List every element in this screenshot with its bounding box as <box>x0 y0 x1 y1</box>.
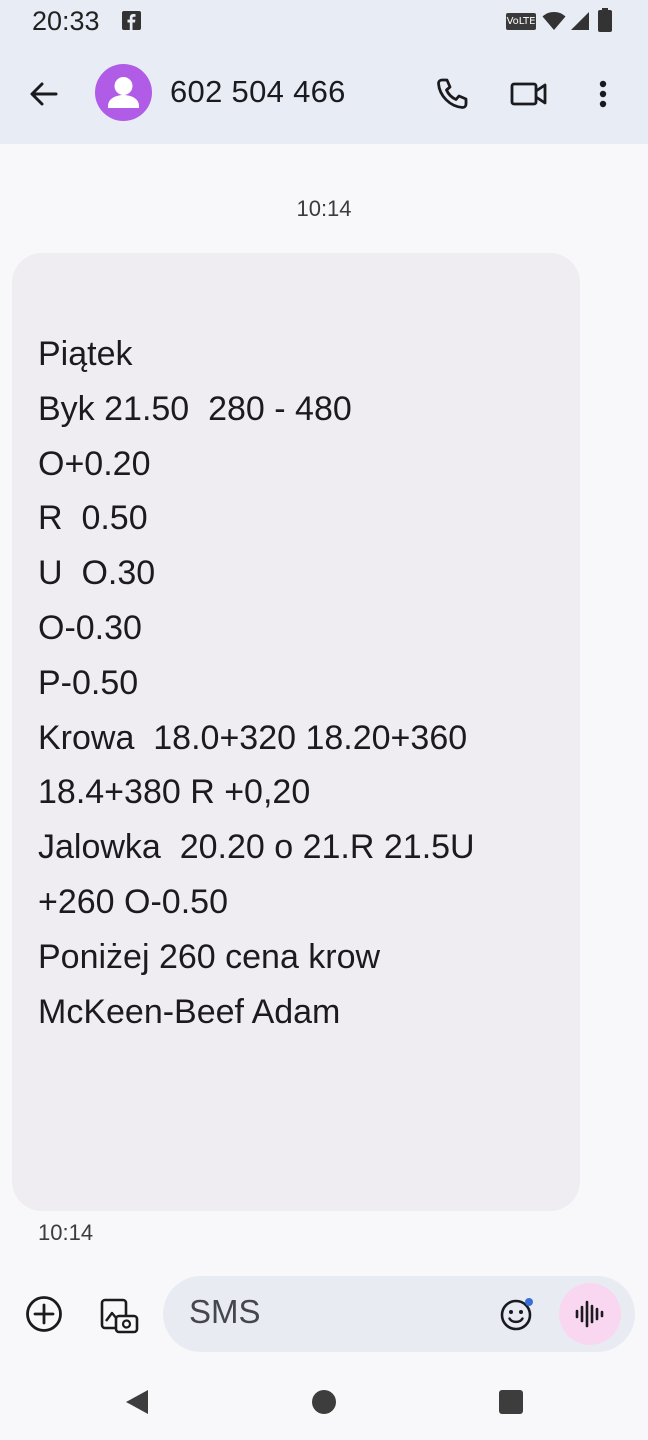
message-text: Piątek Byk 21.50 280 - 480 O+0.20 R 0.50… <box>38 327 475 1039</box>
voice-message-button[interactable] <box>559 1283 621 1345</box>
message-timestamp: 10:14 <box>296 196 352 221</box>
message-line: Byk 21.50 280 - 480 <box>38 389 352 428</box>
cell-signal-icon <box>571 12 589 30</box>
more-vert-icon[interactable] <box>588 74 618 114</box>
messages-app: 20:33 VoLTE 602 504 466 10:14 Piątek Byk… <box>0 0 648 1440</box>
nav-home-icon[interactable] <box>312 1390 336 1414</box>
voice-waveform-icon <box>575 1300 604 1328</box>
video-call-icon[interactable] <box>508 74 550 114</box>
message-bubble[interactable]: Piątek Byk 21.50 280 - 480 O+0.20 R 0.50… <box>12 253 580 1211</box>
back-arrow-icon[interactable] <box>24 74 64 114</box>
message-line: Krowa 18.0+320 18.20+360 <box>38 718 468 757</box>
message-line: P-0.50 <box>38 663 139 702</box>
emoji-icon[interactable] <box>497 1294 537 1334</box>
message-line: +260 O-0.50 <box>38 882 228 921</box>
battery-icon <box>598 8 612 32</box>
facebook-icon <box>122 11 141 30</box>
message-received-time: 10:14 <box>38 1220 94 1245</box>
avatar[interactable] <box>95 64 152 121</box>
volte-icon: VoLTE <box>506 13 536 30</box>
message-line: R 0.50 <box>38 499 148 538</box>
message-line: U O.30 <box>38 554 156 593</box>
compose-placeholder: SMS <box>189 1293 261 1330</box>
message-line: McKeen-Beef Adam <box>38 992 341 1031</box>
nav-back-icon[interactable] <box>124 1388 150 1416</box>
message-line: 18.4+380 R +0,20 <box>38 773 311 812</box>
phone-call-icon[interactable] <box>432 74 472 114</box>
status-time: 20:33 <box>32 6 100 36</box>
avatar-person-icon <box>108 77 139 108</box>
wifi-icon <box>542 12 566 30</box>
message-line: Piątek <box>38 335 133 373</box>
system-nav-bar <box>0 1364 648 1440</box>
conversation-header: 602 504 466 <box>0 44 648 144</box>
contact-name[interactable]: 602 504 466 <box>170 74 346 110</box>
status-bar: 20:33 VoLTE <box>0 0 648 44</box>
message-line: Poniżej 260 cena krow <box>38 937 381 976</box>
message-line: O+0.20 <box>38 444 151 483</box>
nav-recents-icon[interactable] <box>499 1390 523 1414</box>
add-circle-icon[interactable] <box>24 1294 64 1334</box>
sms-compose-field[interactable]: SMS <box>163 1276 635 1352</box>
message-line: O-0.30 <box>38 608 142 647</box>
gallery-icon[interactable] <box>99 1294 141 1336</box>
message-line: Jalowka 20.20 o 21.R 21.5U <box>38 828 475 867</box>
